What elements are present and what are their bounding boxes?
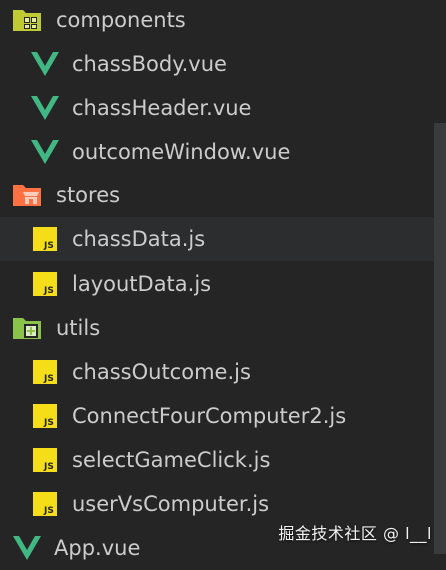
- js-icon: JS: [30, 445, 60, 475]
- svg-text:JS: JS: [43, 418, 54, 428]
- file-label: outcomeWindow.vue: [72, 140, 291, 164]
- file-label: App.vue: [54, 536, 141, 560]
- folder-label: utils: [56, 316, 101, 340]
- svg-text:JS: JS: [43, 374, 54, 384]
- vue-icon: [12, 533, 42, 563]
- file-item-chassoutcome[interactable]: JS chassOutcome.js: [0, 350, 434, 394]
- vue-icon: [30, 93, 60, 123]
- js-icon: JS: [30, 269, 60, 299]
- folder-components[interactable]: components: [0, 0, 434, 42]
- js-icon: JS: [30, 401, 60, 431]
- watermark: 掘金技术社区 @ l__l: [278, 524, 432, 543]
- file-label: chassData.js: [72, 227, 206, 251]
- vue-icon: [30, 49, 60, 79]
- file-label: ConnectFourComputer2.js: [72, 404, 347, 428]
- js-icon: JS: [30, 224, 60, 254]
- svg-text:JS: JS: [43, 286, 54, 296]
- file-item-connectfourcomputer2[interactable]: JS ConnectFourComputer2.js: [0, 394, 434, 438]
- file-label: chassHeader.vue: [72, 96, 252, 120]
- js-icon: JS: [30, 489, 60, 519]
- js-icon: JS: [30, 357, 60, 387]
- file-label: selectGameClick.js: [72, 448, 271, 472]
- file-label: chassBody.vue: [72, 52, 227, 76]
- file-label: layoutData.js: [72, 272, 212, 296]
- utils-folder-icon: [12, 313, 42, 343]
- svg-text:JS: JS: [43, 462, 54, 472]
- folder-stores[interactable]: stores: [0, 173, 434, 217]
- vue-icon: [30, 137, 60, 167]
- vertical-scrollbar[interactable]: [434, 0, 446, 554]
- file-item-selectgameclick[interactable]: JS selectGameClick.js: [0, 438, 434, 482]
- components-folder-icon: [12, 5, 42, 35]
- svg-text:JS: JS: [43, 241, 54, 251]
- folder-utils[interactable]: utils: [0, 306, 434, 350]
- svg-text:JS: JS: [43, 506, 54, 516]
- folder-label: components: [56, 8, 186, 32]
- file-label: chassOutcome.js: [72, 360, 251, 384]
- file-explorer-tree: components chassBody.vue chassHeader.vue…: [0, 0, 446, 560]
- file-label: userVsComputer.js: [72, 492, 270, 516]
- file-item-chassheader[interactable]: chassHeader.vue: [0, 86, 434, 130]
- file-item-layoutdata[interactable]: JS layoutData.js: [0, 262, 434, 306]
- scrollbar-thumb[interactable]: [434, 123, 446, 554]
- stores-folder-icon: [12, 180, 42, 210]
- file-item-outcomewindow[interactable]: outcomeWindow.vue: [0, 130, 434, 174]
- file-item-chassdata[interactable]: JS chassData.js: [0, 217, 434, 261]
- folder-label: stores: [56, 183, 121, 207]
- file-item-chassbody[interactable]: chassBody.vue: [0, 42, 434, 86]
